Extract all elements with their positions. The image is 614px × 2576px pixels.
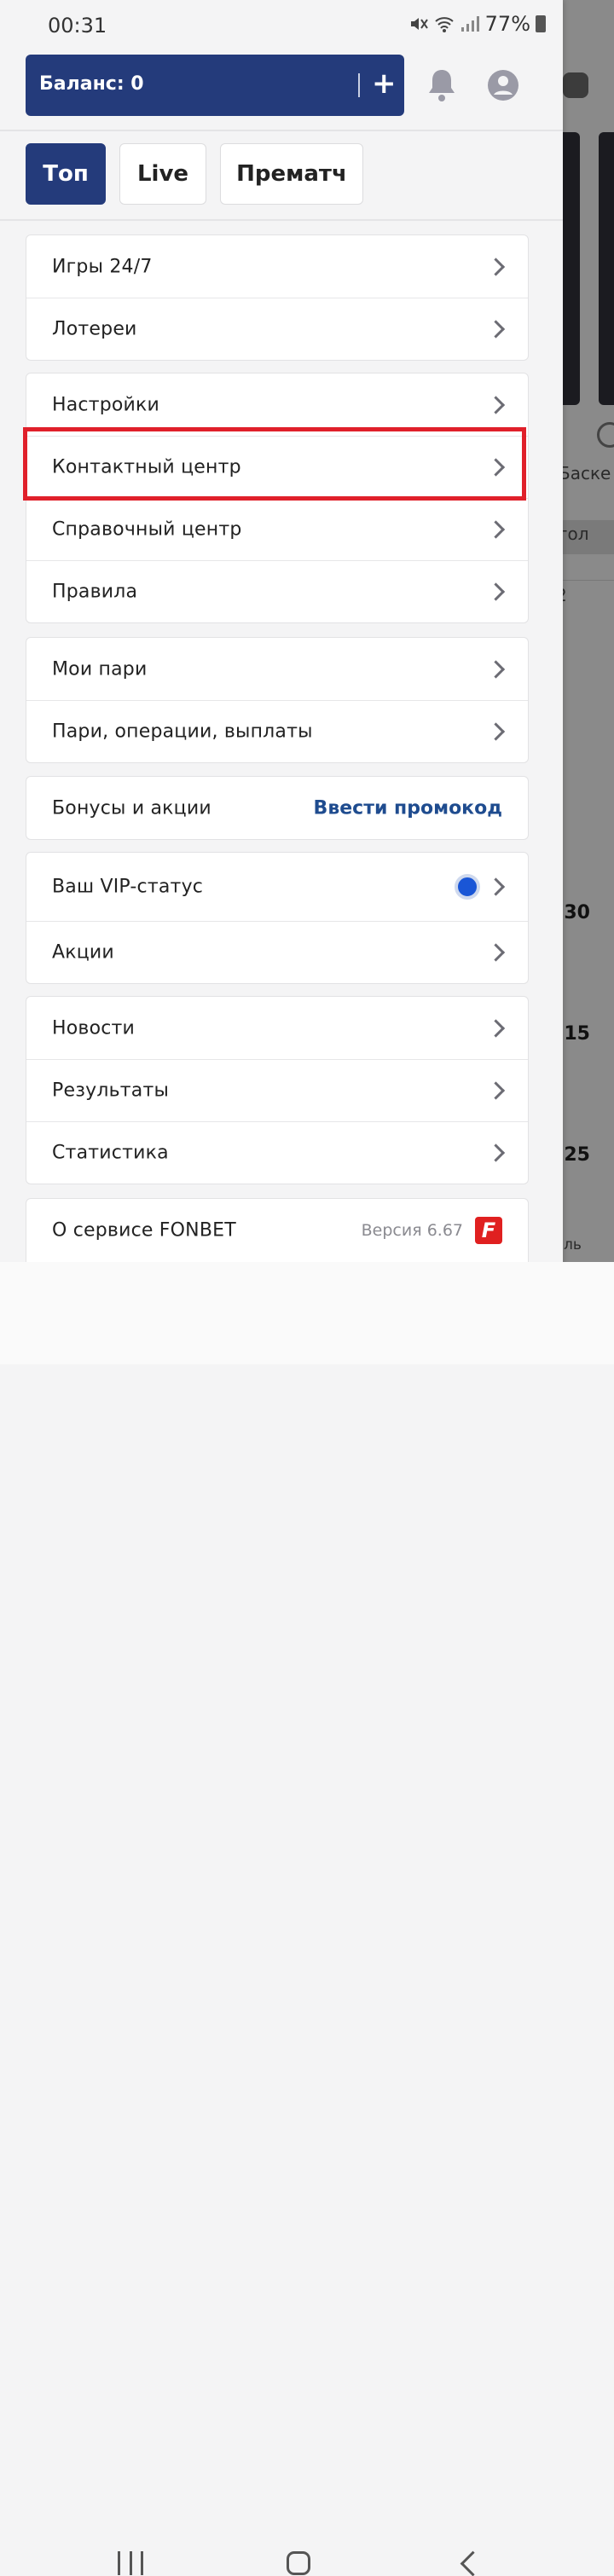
basketball-icon — [597, 422, 614, 448]
balance-button[interactable]: Баланс: 0 + — [26, 55, 404, 116]
chevron-right-icon — [486, 1081, 506, 1100]
recent-apps-icon[interactable] — [118, 2551, 143, 2575]
menu-item-label: Справочный центр — [52, 518, 242, 541]
menu-item-label: Статистика — [52, 1142, 169, 1164]
chevron-right-icon — [486, 659, 506, 679]
promo-code-link[interactable]: Ввести промокод — [314, 797, 502, 819]
menu-group: Новости Результаты Статистика — [26, 996, 529, 1184]
menu-item-my-bets[interactable]: Мои пари — [26, 638, 528, 700]
app-version: Версия 6.67 — [361, 1220, 463, 1240]
tab-top[interactable]: Топ — [26, 143, 106, 205]
bg-divider — [559, 580, 614, 581]
toggle-icon — [563, 72, 588, 98]
divider — [0, 219, 563, 221]
fonbet-logo-icon: F — [475, 1216, 502, 1244]
balance-separator — [358, 73, 360, 97]
menu-item-promotions[interactable]: Акции — [26, 921, 528, 983]
chevron-right-icon — [486, 1018, 506, 1038]
chevron-right-icon — [486, 722, 506, 741]
chevron-right-icon — [486, 257, 506, 276]
menu-item-lotteries[interactable]: Лотереи — [26, 298, 528, 360]
menu-item-label: Ваш VIP-статус — [52, 876, 204, 898]
menu-item-transactions[interactable]: Пари, операции, выплаты — [26, 700, 528, 762]
balance-label: Баланс: 0 — [39, 73, 144, 95]
menu-group: Игры 24/7 Лотереи — [26, 234, 529, 361]
chevron-right-icon — [486, 458, 506, 477]
menu-item-label: О сервисе FONBET — [52, 1219, 236, 1241]
menu-item-statistics[interactable]: Статистика — [26, 1121, 528, 1184]
back-icon[interactable] — [460, 2550, 486, 2576]
menu-group: Бонусы и акции Ввести промокод — [26, 776, 529, 840]
menu-group: Мои пари Пари, операции, выплаты — [26, 637, 529, 763]
menu-item-about[interactable]: О сервисе FONBET Версия 6.67 F — [26, 1199, 528, 1261]
menu-item-label: Контактный центр — [52, 456, 241, 478]
menu-item-help-center[interactable]: Справочный центр — [26, 498, 528, 560]
menu-group: Настройки Контактный центр Справочный це… — [26, 373, 529, 623]
menu-item-label: Настройки — [52, 394, 160, 415]
chevron-right-icon — [486, 520, 506, 539]
bg-col-label: гол — [559, 524, 589, 544]
menu-item-label: Лотереи — [52, 318, 137, 340]
menu-item-label: Результаты — [52, 1080, 170, 1102]
status-bar: 00:31 77% — [0, 0, 563, 51]
deposit-plus-button[interactable]: + — [372, 67, 397, 101]
tabs: Топ Live Прематч — [26, 143, 363, 205]
home-icon[interactable] — [287, 2551, 310, 2575]
menu-item-bonuses[interactable]: Бонусы и акции Ввести промокод — [26, 777, 528, 839]
system-navigation-bar — [0, 1262, 614, 2576]
menu-item-label: Мои пари — [52, 658, 148, 680]
menu-item-label: Новости — [52, 1017, 136, 1039]
divider — [0, 130, 563, 131]
menu-group: Ваш VIP-статус Акции — [26, 852, 529, 984]
menu-item-rules[interactable]: Правила — [26, 560, 528, 622]
menu-item-vip-status[interactable]: Ваш VIP-статус — [26, 853, 528, 921]
bg-banner — [599, 132, 614, 405]
profile-icon[interactable] — [486, 68, 520, 102]
signal-icon — [460, 14, 480, 33]
wifi-icon — [434, 14, 455, 33]
tab-prematch[interactable]: Прематч — [220, 143, 363, 205]
chevron-right-icon — [486, 943, 506, 962]
menu-item-label: Акции — [52, 941, 114, 964]
battery-icon — [536, 15, 546, 32]
mute-icon — [408, 14, 429, 33]
side-menu-drawer: 00:31 77% Баланс: 0 + Топ Live Прематч И… — [0, 0, 563, 1288]
bg-sport-label: Баске — [559, 463, 611, 483]
menu-item-contact-center[interactable]: Контактный центр — [26, 436, 528, 498]
vip-status-dot — [455, 874, 480, 900]
bell-icon[interactable] — [425, 67, 459, 104]
battery-percent: 77% — [484, 12, 530, 36]
chevron-right-icon — [486, 877, 506, 896]
chevron-right-icon — [486, 395, 506, 414]
menu-item-news[interactable]: Новости — [26, 997, 528, 1059]
chevron-right-icon — [486, 320, 506, 339]
status-time: 00:31 — [48, 14, 107, 38]
chevron-right-icon — [486, 582, 506, 601]
menu-item-results[interactable]: Результаты — [26, 1059, 528, 1121]
tab-live[interactable]: Live — [119, 143, 206, 205]
menu-item-settings[interactable]: Настройки — [26, 373, 528, 436]
menu-item-label: Бонусы и акции — [52, 797, 211, 819]
menu-item-games[interactable]: Игры 24/7 — [26, 235, 528, 298]
menu-item-label: Пари, операции, выплаты — [52, 721, 313, 743]
chevron-right-icon — [486, 1143, 506, 1162]
menu-item-label: Игры 24/7 — [52, 256, 153, 277]
menu-item-label: Правила — [52, 581, 138, 603]
